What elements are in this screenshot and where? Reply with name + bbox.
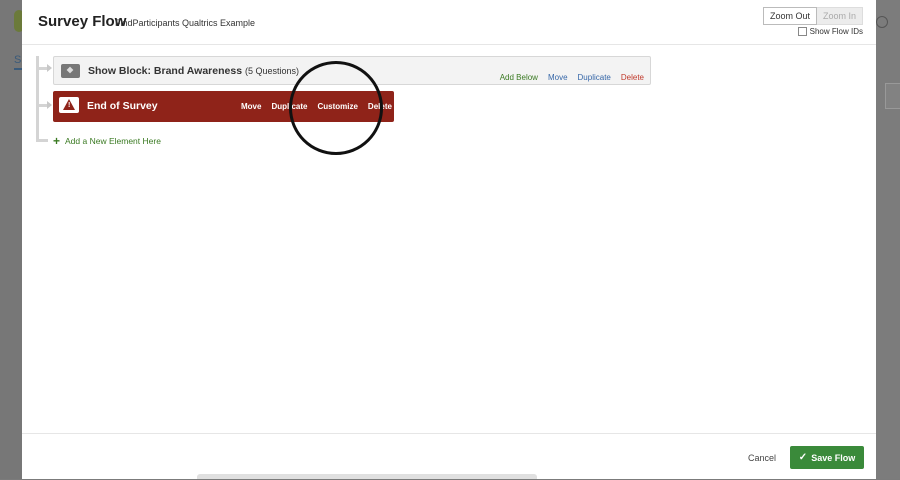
flow-arrow-icon (47, 64, 52, 72)
modal-title: Survey Flow (38, 13, 127, 30)
add-below-link[interactable]: Add Below (500, 73, 538, 82)
survey-name: FindParticipants Qualtrics Example (115, 18, 256, 28)
background-nav-item: S (14, 54, 22, 66)
checkmark-icon: ✓ (798, 452, 808, 463)
delete-link[interactable]: Delete (621, 73, 644, 82)
zoom-out-button[interactable]: Zoom Out (762, 7, 817, 25)
flow-arrow-icon (47, 101, 52, 109)
question-count: (5 Questions) (244, 66, 299, 76)
block-icon (61, 64, 80, 78)
modal-footer: Cancel ✓ Save Flow (22, 433, 876, 480)
duplicate-link[interactable]: Duplicate (578, 73, 611, 82)
show-flow-ids-label: Show Flow IDs (809, 27, 863, 36)
background-nav-underline (14, 68, 22, 70)
move-link[interactable]: Move (241, 102, 261, 111)
show-flow-ids-checkbox[interactable] (797, 27, 807, 36)
cancel-button[interactable]: Cancel (748, 453, 776, 463)
annotation-circle (289, 61, 383, 155)
save-flow-label: Save Flow (811, 452, 856, 463)
survey-flow-modal: Survey Flow FindParticipants Qualtrics E… (22, 0, 876, 479)
help-icon (876, 16, 888, 28)
plus-icon: + (53, 134, 61, 148)
background-sidebar (0, 0, 22, 479)
add-new-element-label: Add a New Element Here (65, 136, 161, 146)
block-actions: Add Below Move Duplicate Delete (500, 73, 644, 82)
end-of-survey-title: End of Survey (87, 100, 158, 112)
block-title-text: Show Block: Brand Awareness (88, 65, 243, 77)
block-title: Show Block: Brand Awareness (5 Questions… (88, 65, 299, 77)
background-input (885, 83, 900, 109)
save-flow-button[interactable]: ✓ Save Flow (790, 446, 864, 469)
footer-shadow (197, 474, 537, 479)
show-flow-ids-toggle[interactable]: Show Flow IDs (797, 27, 863, 36)
move-link[interactable]: Move (548, 73, 568, 82)
zoom-in-button[interactable]: Zoom In (816, 7, 863, 25)
warning-icon: ! (59, 97, 79, 113)
add-new-element-link[interactable]: + Add a New Element Here (53, 134, 161, 148)
modal-header: Survey Flow FindParticipants Qualtrics E… (22, 0, 876, 45)
flow-connector-horizontal (36, 139, 48, 142)
zoom-controls: Zoom Out Zoom In (762, 7, 863, 25)
